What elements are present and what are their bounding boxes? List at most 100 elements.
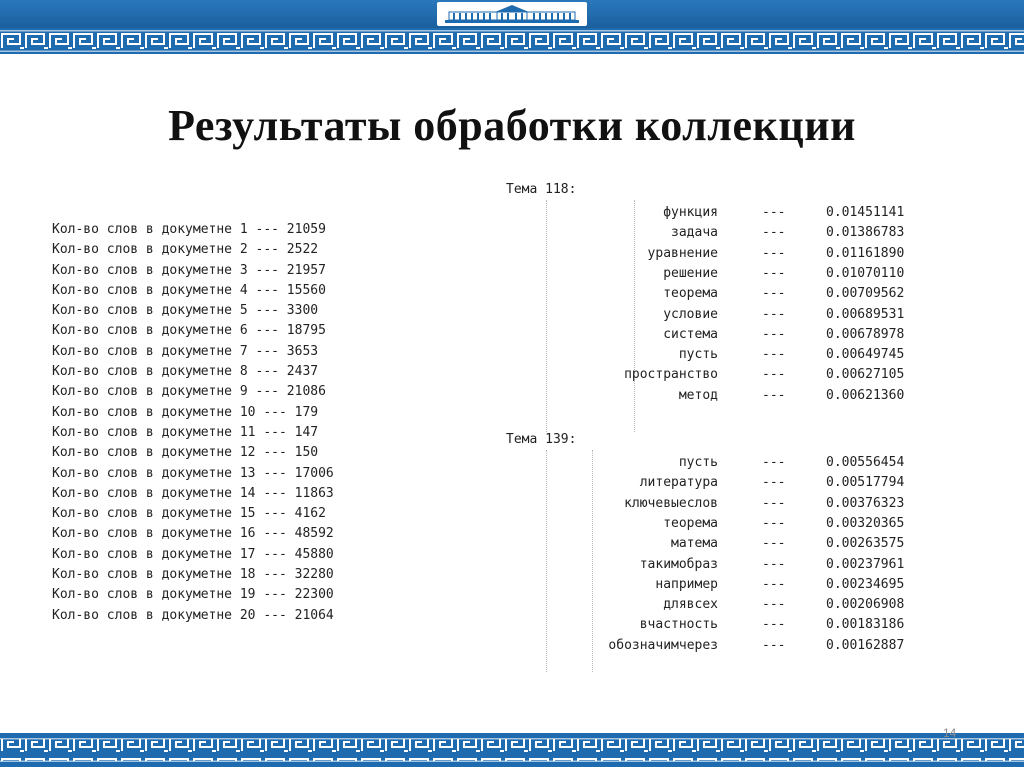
document-count-line: Кол-во слов в докуметне 20 --- 21064 [52, 607, 334, 623]
topics-output: Тема 118: функция --- 0.01451141 задача --- 0.… [500, 182, 960, 672]
term-probability: 0.00263575 [826, 536, 905, 552]
term-probability: 0.00234695 [826, 576, 905, 592]
term-word: такимобраз [639, 556, 718, 572]
term-separator: --- [762, 515, 786, 531]
topic-term-row: функция --- 0.01451141 [500, 203, 960, 223]
term-probability: 0.00517794 [826, 475, 905, 491]
topic-label: Тема 139: [506, 432, 577, 447]
document-count-line: Кол-во слов в докуметне 4 --- 15560 [52, 282, 326, 298]
term-probability: 0.01451141 [826, 205, 905, 220]
document-count-line: Кол-во слов в докуметне 14 --- 11863 [52, 485, 334, 501]
term-probability: 0.01386783 [826, 225, 905, 241]
term-word: уравнение [647, 245, 718, 261]
term-word: обозначимчерез [608, 637, 718, 653]
term-word: например [655, 576, 718, 592]
document-count-line: Кол-во слов в докуметне 16 --- 48592 [52, 526, 334, 542]
term-separator: --- [762, 225, 786, 241]
term-probability: 0.01070110 [826, 265, 905, 281]
term-word: условие [663, 306, 718, 322]
term-word: система [663, 326, 718, 342]
document-count-line: Кол-во слов в докуметне 15 --- 4162 [52, 506, 326, 522]
term-word: теорема [663, 286, 718, 302]
term-word: пусть [678, 455, 718, 470]
document-count-line: Кол-во слов в докуметне 10 --- 179 [52, 404, 319, 420]
term-probability: 0.00627105 [826, 367, 905, 383]
topic-term-row: обозначимчерез --- 0.00162887 [500, 636, 960, 656]
term-word: ключевыеслов [624, 495, 718, 511]
document-count-line: Кол-во слов в докуметне 18 --- 32280 [52, 567, 334, 583]
topic-term-row: длявсех --- 0.00206908 [500, 595, 960, 615]
term-separator: --- [762, 597, 786, 613]
term-separator: --- [762, 245, 786, 261]
term-separator: --- [762, 205, 786, 220]
document-count-line: Кол-во слов в докуметне 2 --- 2522 [52, 242, 319, 258]
term-probability: 0.00376323 [826, 495, 905, 511]
term-word: решение [663, 265, 718, 281]
term-probability: 0.00162887 [826, 637, 905, 653]
term-probability: 0.00320365 [826, 515, 905, 531]
term-word: функция [663, 205, 718, 220]
term-separator: --- [762, 536, 786, 552]
term-separator: --- [762, 556, 786, 572]
document-count-line: Кол-во слов в докуметне 12 --- 150 [52, 445, 319, 461]
term-word: метод [678, 387, 718, 403]
topic-term-row: условие --- 0.00689531 [500, 305, 960, 325]
term-word: задача [671, 225, 718, 241]
topic-term-row: уравнение --- 0.01161890 [500, 244, 960, 264]
document-count-line: Кол-во слов в докуметне 8 --- 2437 [52, 364, 319, 380]
term-probability: 0.00621360 [826, 387, 905, 403]
topic-term-row: матема --- 0.00263575 [500, 534, 960, 554]
term-separator: --- [762, 495, 786, 511]
document-count-line: Кол-во слов в докуметне 17 --- 45880 [52, 546, 334, 562]
term-separator: --- [762, 347, 786, 363]
term-word: матема [671, 536, 718, 552]
topic-term-row: пространство --- 0.00627105 [500, 365, 960, 385]
document-count-line: Кол-во слов в докуметне 3 --- 21957 [52, 262, 326, 278]
document-count-line: Кол-во слов в докуметне 7 --- 3653 [52, 343, 319, 359]
document-count-line: Кол-во слов в докуметне 11 --- 147 [52, 424, 319, 440]
topic-term-row: система --- 0.00678978 [500, 325, 960, 345]
topic-term-row: теорема --- 0.00709562 [500, 284, 960, 304]
document-count-line: Кол-во слов в докуметне 19 --- 22300 [52, 587, 334, 603]
topic-term-row: такимобраз --- 0.00237961 [500, 555, 960, 575]
page-title: Результаты обработки коллекции [168, 101, 856, 150]
term-probability: 0.00709562 [826, 286, 905, 302]
term-separator: --- [762, 286, 786, 302]
term-separator: --- [762, 367, 786, 383]
document-count-line: Кол-во слов в докуметне 1 --- 21059 [52, 222, 326, 237]
document-word-count-list: Кол-во слов в докуметне 1 --- 21059 Кол-в… [52, 220, 334, 626]
term-probability: 0.01161890 [826, 245, 905, 261]
term-word: вчастность [639, 617, 718, 633]
term-word: длявсех [663, 597, 718, 613]
term-separator: --- [762, 387, 786, 403]
topic-term-row: например --- 0.00234695 [500, 575, 960, 595]
topic-term-row: литература --- 0.00517794 [500, 473, 960, 493]
term-separator: --- [762, 455, 786, 470]
term-word: литература [639, 475, 718, 491]
topic-label: Тема 118: [506, 182, 577, 197]
term-probability: 0.00689531 [826, 306, 905, 322]
page-number: 14 [943, 726, 957, 740]
term-word: пространство [624, 367, 718, 383]
document-count-line: Кол-во слов в докуметне 13 --- 17006 [52, 465, 334, 481]
document-count-line: Кол-во слов в докуметне 9 --- 21086 [52, 384, 326, 400]
topic-term-row: решение --- 0.01070110 [500, 264, 960, 284]
bottom-meander-border [0, 733, 1024, 767]
topic-term-row: метод --- 0.00621360 [500, 386, 960, 406]
term-separator: --- [762, 326, 786, 342]
topic-term-row: вчастность --- 0.00183186 [500, 615, 960, 635]
term-separator: --- [762, 617, 786, 633]
term-probability: 0.00237961 [826, 556, 905, 572]
term-separator: --- [762, 475, 786, 491]
term-separator: --- [762, 576, 786, 592]
term-separator: --- [762, 637, 786, 653]
term-probability: 0.00649745 [826, 347, 905, 363]
term-word: теорема [663, 515, 718, 531]
document-count-line: Кол-во слов в докуметне 6 --- 18795 [52, 323, 326, 339]
term-probability: 0.00183186 [826, 617, 905, 633]
building-logo-icon [437, 2, 587, 26]
topic-term-row: пусть --- 0.00556454 [500, 453, 960, 473]
topic-term-row: ключевыеслов --- 0.00376323 [500, 494, 960, 514]
document-count-line: Кол-во слов в докуметне 5 --- 3300 [52, 303, 319, 319]
term-probability: 0.00556454 [826, 455, 905, 470]
